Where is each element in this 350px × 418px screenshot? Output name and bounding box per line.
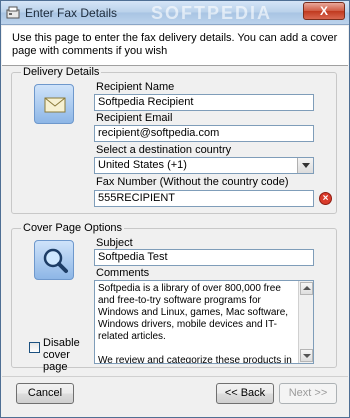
scroll-down-arrow-icon[interactable] <box>300 349 313 362</box>
disable-cover-page-checkbox[interactable] <box>29 342 40 353</box>
close-button[interactable]: X <box>303 2 345 20</box>
back-button[interactable]: << Back <box>216 383 274 404</box>
fax-number-field[interactable]: 555RECIPIENT <box>94 190 314 207</box>
comments-scrollbar[interactable] <box>298 281 313 363</box>
instructions-text: Use this page to enter the fax delivery … <box>2 26 348 66</box>
country-label: Select a destination country <box>96 144 232 156</box>
comments-textarea[interactable]: Softpedia is a library of over 800,000 f… <box>94 280 314 364</box>
fax-number-label: Fax Number (Without the country code) <box>96 176 289 188</box>
delivery-details-legend: Delivery Details <box>21 66 102 78</box>
watermark-text: SOFTPEDIA <box>151 3 273 23</box>
envelope-icon <box>34 84 74 124</box>
fax-details-window: Enter Fax Details SOFTPEDIA X Use this p… <box>0 0 350 418</box>
window-title: Enter Fax Details <box>25 6 118 20</box>
cancel-button[interactable]: Cancel <box>16 383 74 404</box>
country-dropdown[interactable]: United States (+1) <box>94 157 314 174</box>
error-icon: × <box>319 192 332 205</box>
chevron-down-icon[interactable] <box>297 158 313 173</box>
disable-cover-page-label[interactable]: Disable cover page <box>43 337 91 373</box>
fax-app-icon <box>6 6 20 20</box>
comments-label: Comments <box>96 267 150 279</box>
recipient-name-field[interactable]: Softpedia Recipient <box>94 94 314 111</box>
country-selected-value: United States (+1) <box>98 159 187 171</box>
subject-label: Subject <box>96 237 133 249</box>
title-bar[interactable]: Enter Fax Details SOFTPEDIA X <box>1 1 349 25</box>
cover-page-legend: Cover Page Options <box>21 222 125 234</box>
scroll-up-arrow-icon[interactable] <box>300 282 313 295</box>
recipient-email-label: Recipient Email <box>96 112 173 124</box>
subject-field[interactable]: Softpedia Test <box>94 249 314 266</box>
comments-text: Softpedia is a library of over 800,000 f… <box>98 283 292 364</box>
recipient-name-label: Recipient Name <box>96 81 175 93</box>
magnifier-icon <box>34 240 74 280</box>
next-button[interactable]: Next >> <box>279 383 337 404</box>
recipient-email-field[interactable]: recipient@softpedia.com <box>94 125 314 142</box>
footer-divider <box>2 376 348 377</box>
